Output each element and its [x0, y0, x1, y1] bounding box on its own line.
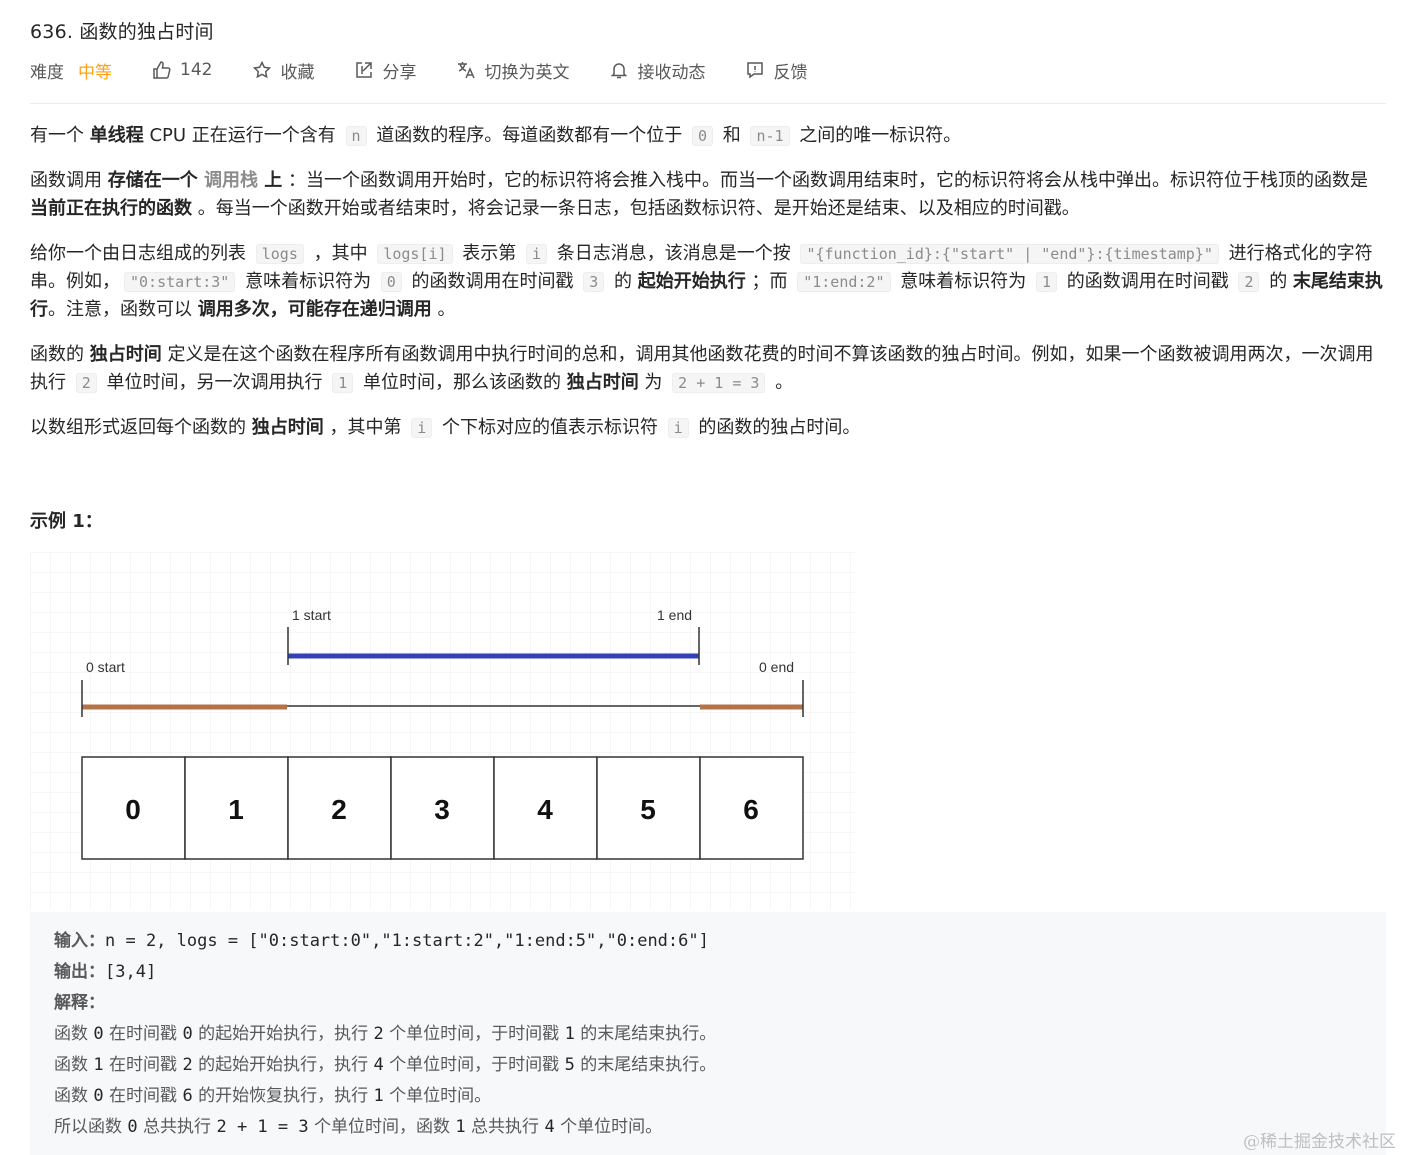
subscribe-label: 接收动态 [637, 62, 706, 83]
label-0-end: 0 end [759, 659, 794, 675]
explain-line: 所以函数 0 总共执行 2 + 1 = 3 个单位时间，函数 1 总共执行 4 … [54, 1117, 663, 1137]
feedback-button[interactable]: 反馈 [745, 58, 807, 83]
example-code-block: 输入：n = 2, logs = ["0:start:0","1:start:2… [30, 912, 1386, 1155]
like-button[interactable]: 142 [152, 60, 212, 80]
favorite-button[interactable]: 收藏 [252, 58, 314, 83]
watermark: @稀土掘金技术社区 [1243, 1132, 1396, 1152]
example-title: 示例 1： [30, 511, 103, 532]
problem-title: 636. 函数的独占时间 [30, 21, 214, 43]
share-label: 分享 [382, 62, 417, 83]
like-count: 142 [180, 60, 213, 80]
feedback-label: 反馈 [773, 62, 808, 83]
example-explain-label: 解释： [54, 993, 105, 1013]
label-1-end: 1 end [657, 607, 692, 623]
subscribe-button[interactable]: 接收动态 [609, 58, 705, 83]
call-stack-link[interactable]: 调用栈 [204, 170, 258, 191]
explain-line: 函数 1 在时间戳 2 的起始开始执行，执行 4 个单位时间，于时间戳 5 的末… [54, 1055, 717, 1075]
translate-icon [458, 62, 476, 79]
time-cell-label: 2 [331, 794, 347, 825]
feedback-icon [747, 62, 764, 79]
explain-line: 函数 0 在时间戳 6 的开始恢复执行，执行 1 个单位时间。 [54, 1086, 492, 1106]
time-cells: 0 1 2 3 4 5 6 [81, 756, 804, 860]
label-0-start: 0 start [86, 659, 125, 675]
desc-paragraph-2: 函数调用 存储在一个 调用栈 上 ：当一个函数调用开始时，它的标识符将会推入栈中… [30, 170, 1369, 219]
desc-paragraph-3: 给你一个由日志组成的列表 logs ，其中 logs[i] 表示第 i 条日志消… [30, 243, 1383, 320]
desc-paragraph-1: 有一个 单线程 CPU 正在运行一个含有 n 道函数的程序。每道函数都有一个位于… [30, 125, 962, 146]
example-input: 输入：n = 2, logs = ["0:start:0","1:start:2… [54, 931, 709, 951]
favorite-label: 收藏 [280, 62, 315, 83]
difficulty-badge: 中等 [78, 62, 112, 83]
share-icon [356, 62, 373, 78]
bell-icon [611, 63, 628, 79]
problem-description: 有一个 单线程 CPU 正在运行一个含有 n 道函数的程序。每道函数都有一个位于… [30, 122, 1386, 459]
star-icon [253, 60, 272, 79]
problem-toolbar: 难度 中等 142 收藏 分享 切换为英文 接收动态 反馈 [30, 57, 847, 83]
example-figure: 0 start 1 start 1 end 0 end 0 1 2 3 4 5 … [30, 552, 855, 910]
desc-paragraph-5: 以数组形式返回每个函数的 独占时间 ，其中第 i 个下标对应的值表示标识符 i … [30, 417, 861, 438]
time-cell-label: 5 [640, 794, 656, 825]
share-button[interactable]: 分享 [354, 58, 416, 83]
switch-language-button[interactable]: 切换为英文 [456, 58, 569, 83]
time-cell-label: 6 [743, 794, 759, 825]
explain-line: 函数 0 在时间戳 0 的起始开始执行，执行 2 个单位时间，于时间戳 1 的末… [54, 1024, 717, 1044]
desc-paragraph-4: 函数的 独占时间 定义是在这个函数在程序所有函数调用中执行时间的总和，调用其他函… [30, 344, 1374, 393]
difficulty-label: 难度 [30, 62, 64, 83]
divider [30, 103, 1386, 104]
label-1-start: 1 start [292, 607, 331, 623]
time-cell-label: 1 [228, 794, 244, 825]
thumbs-up-icon [153, 61, 171, 79]
example-output: 输出：[3,4] [54, 962, 157, 982]
time-cell-label: 0 [125, 794, 141, 825]
time-cell-label: 3 [434, 794, 450, 825]
time-cell-label: 4 [537, 794, 553, 825]
switch-language-label: 切换为英文 [484, 62, 570, 83]
